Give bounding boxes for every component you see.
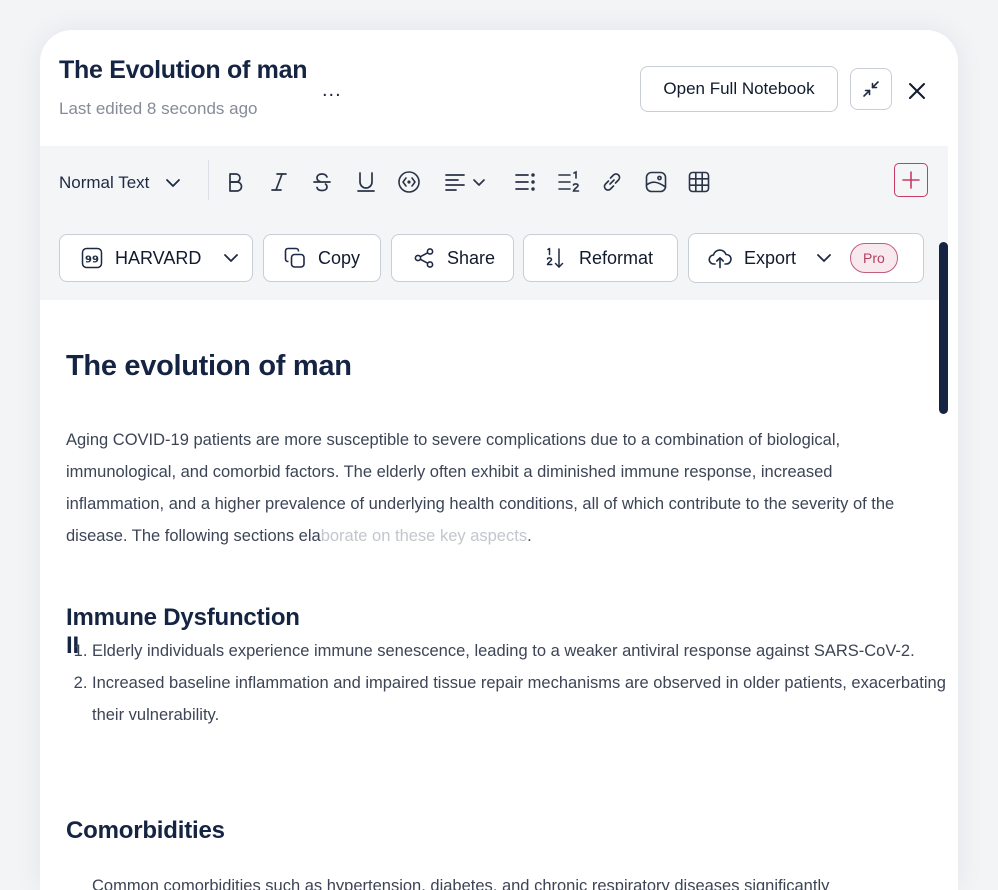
strikethrough-button[interactable] — [307, 167, 337, 197]
italic-icon — [271, 173, 287, 191]
reformat-button[interactable]: Reformat — [523, 234, 678, 282]
bold-button[interactable] — [220, 167, 250, 197]
immune-list: Elderly individuals experience immune se… — [66, 635, 952, 731]
quote-icon: 99 — [81, 247, 103, 269]
share-label: Share — [447, 247, 496, 268]
table-button[interactable] — [684, 167, 714, 197]
panel-header: The Evolution of man Last edited 8 secon… — [40, 30, 958, 146]
document-heading: The evolution of man — [66, 350, 352, 382]
export-dropdown[interactable]: Export Pro — [688, 233, 924, 283]
intro-paragraph: Aging COVID-19 patients are more suscept… — [66, 424, 926, 552]
italic-button[interactable] — [264, 167, 294, 197]
open-full-notebook-button[interactable]: Open Full Notebook — [640, 66, 838, 112]
share-icon — [413, 247, 435, 269]
table-icon — [688, 171, 710, 193]
page-title: The Evolution of man — [59, 56, 308, 84]
bold-icon — [229, 173, 243, 192]
chevron-down-icon — [166, 179, 181, 187]
strikethrough-icon — [313, 173, 331, 192]
cloud-upload-icon — [708, 247, 732, 269]
underline-icon — [357, 172, 375, 192]
paragraph-end: . — [527, 527, 532, 545]
link-button[interactable] — [597, 167, 627, 197]
numbered-list-icon — [558, 170, 580, 192]
list-item: Elderly individuals experience immune se… — [92, 635, 952, 667]
bullet-list-button[interactable] — [510, 167, 540, 197]
pro-badge: Pro — [850, 243, 898, 273]
chevron-down-icon — [473, 178, 485, 186]
svg-text:99: 99 — [85, 255, 99, 266]
section-heading-line1: Immune Dysfunction — [66, 604, 300, 631]
sort-icon — [545, 247, 567, 269]
underline-button[interactable] — [351, 167, 381, 197]
export-label: Export — [744, 247, 797, 268]
citation-style-label: HARVARD — [115, 247, 202, 268]
reformat-label: Reformat — [579, 247, 654, 268]
numbered-list-button[interactable] — [554, 167, 584, 197]
bullet-list-icon — [515, 173, 535, 191]
add-block-button[interactable] — [894, 163, 928, 197]
share-button[interactable]: Share — [391, 234, 514, 282]
list-item: Increased baseline inflammation and impa… — [92, 667, 952, 731]
code-icon — [398, 171, 420, 193]
last-edited-label: Last edited 8 seconds ago — [59, 99, 258, 118]
ai-suggestion-text: borate on these key aspects — [320, 527, 528, 545]
collapse-button[interactable] — [850, 68, 892, 110]
code-button[interactable] — [394, 167, 424, 197]
scrollbar-thumb[interactable] — [939, 242, 948, 414]
align-left-icon — [445, 174, 465, 191]
align-dropdown[interactable] — [438, 167, 492, 197]
text-style-dropdown[interactable]: Normal Text — [59, 168, 181, 198]
copy-label: Copy — [318, 247, 361, 268]
more-options-icon[interactable]: ... — [322, 80, 342, 100]
chevron-down-icon — [817, 254, 831, 262]
toolbar-divider — [208, 160, 209, 200]
copy-button[interactable]: Copy — [263, 234, 381, 282]
section-heading-comorbidities: Comorbidities — [66, 817, 225, 844]
copy-icon — [284, 247, 306, 269]
close-button[interactable] — [900, 74, 934, 108]
chevron-down-icon — [224, 254, 239, 262]
citation-style-dropdown[interactable]: 99 HARVARD — [59, 234, 253, 282]
editor-toolbar: Normal Text 99 HARVARD Copy Share Reform… — [40, 146, 948, 300]
text-style-label: Normal Text — [59, 173, 150, 192]
image-button[interactable] — [641, 167, 671, 197]
collapse-arrows-icon — [863, 81, 879, 97]
close-icon — [909, 83, 925, 99]
link-icon — [603, 173, 621, 191]
notebook-panel: The Evolution of man Last edited 8 secon… — [40, 30, 958, 890]
plus-icon — [902, 171, 920, 189]
image-icon — [645, 171, 667, 193]
comorbidities-text: Common comorbidities such as hypertensio… — [92, 877, 830, 890]
